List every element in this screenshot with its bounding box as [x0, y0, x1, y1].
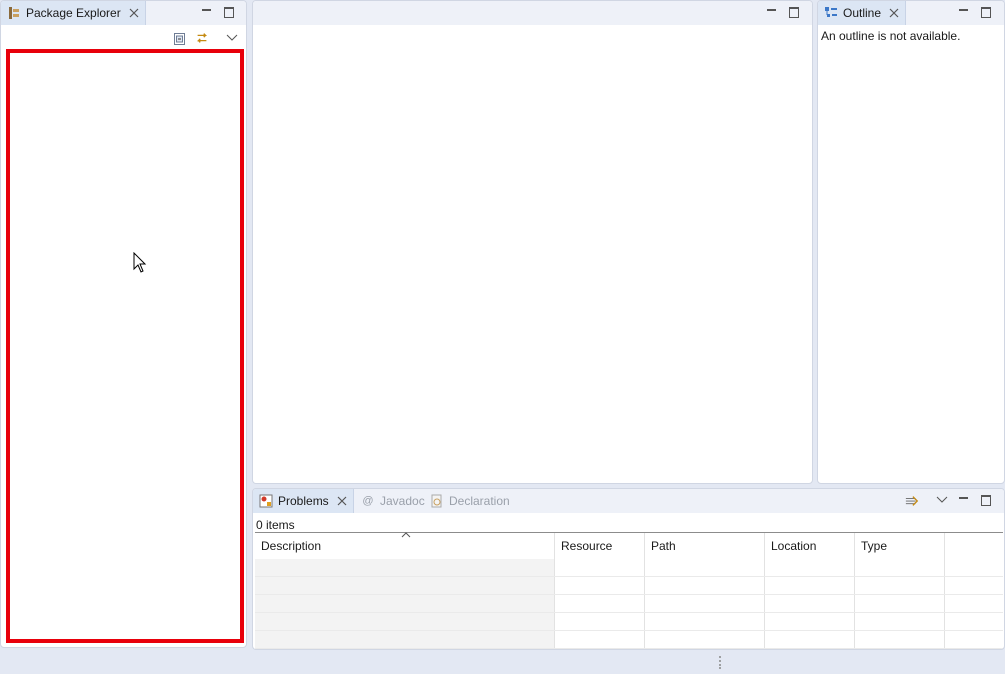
- maximize-button[interactable]: [979, 493, 993, 507]
- problems-view: Problems @ Javadoc Declaration 0 items D…: [252, 488, 1005, 650]
- tab-outline[interactable]: Outline: [818, 1, 907, 25]
- package-explorer-view: Package Explorer: [0, 0, 247, 648]
- view-menu-icon[interactable]: [225, 31, 239, 45]
- outline-icon: [824, 6, 838, 20]
- table-row: [255, 559, 1003, 577]
- close-icon[interactable]: [129, 8, 139, 18]
- package-explorer-content-area[interactable]: [6, 49, 244, 643]
- focus-on-active-task-icon[interactable]: [905, 494, 919, 508]
- package-explorer-icon: [7, 6, 21, 20]
- minimize-button[interactable]: [956, 5, 970, 19]
- close-icon[interactable]: [889, 8, 899, 18]
- sort-ascending-icon: [401, 532, 411, 538]
- minimize-button[interactable]: [199, 5, 213, 19]
- column-header-empty: [945, 533, 1003, 559]
- minimize-button[interactable]: [764, 5, 778, 19]
- tab-label: Problems: [278, 494, 329, 508]
- javadoc-icon: @: [362, 495, 374, 507]
- column-header-location[interactable]: Location: [765, 533, 855, 559]
- outline-view: Outline An outline is not available.: [817, 0, 1005, 484]
- table-row: [255, 613, 1003, 631]
- table-header: Description Resource Path Location Type: [255, 532, 1003, 559]
- maximize-button[interactable]: [979, 5, 993, 19]
- problems-tabbar: Problems @ Javadoc Declaration: [253, 489, 1004, 513]
- tab-problems[interactable]: Problems: [253, 489, 354, 513]
- outline-tabbar: Outline: [818, 1, 1004, 25]
- tab-label: Javadoc: [380, 494, 425, 508]
- mouse-cursor-icon: [133, 252, 147, 274]
- tab-label: Outline: [843, 6, 882, 20]
- tab-javadoc[interactable]: @ Javadoc: [355, 489, 431, 513]
- table-row: [255, 595, 1003, 613]
- view-menu-icon[interactable]: [935, 493, 949, 507]
- column-header-type[interactable]: Type: [855, 533, 945, 559]
- editor-tabbar: [253, 1, 812, 25]
- outline-message: An outline is not available.: [821, 29, 961, 43]
- status-bar-grip-icon[interactable]: [718, 655, 722, 669]
- table-row: [255, 577, 1003, 595]
- status-bar: [0, 650, 1005, 674]
- maximize-button[interactable]: [222, 5, 236, 19]
- tab-declaration[interactable]: Declaration: [424, 489, 516, 513]
- table-row: [255, 631, 1003, 649]
- tab-label: Package Explorer: [26, 6, 121, 20]
- editor-area: [252, 0, 813, 484]
- package-explorer-tabbar: Package Explorer: [1, 1, 246, 25]
- problems-table: Description Resource Path Location Type: [255, 532, 1003, 649]
- tab-label: Declaration: [449, 494, 510, 508]
- link-with-editor-icon[interactable]: [195, 31, 209, 45]
- column-header-resource[interactable]: Resource: [555, 533, 645, 559]
- column-header-path[interactable]: Path: [645, 533, 765, 559]
- declaration-icon: [430, 494, 444, 508]
- maximize-button[interactable]: [787, 5, 801, 19]
- tab-package-explorer[interactable]: Package Explorer: [1, 1, 146, 25]
- problems-icon: [259, 494, 273, 508]
- close-icon[interactable]: [337, 496, 347, 506]
- minimize-button[interactable]: [956, 493, 970, 507]
- collapse-all-icon[interactable]: [173, 32, 187, 46]
- items-count: 0 items: [256, 518, 295, 532]
